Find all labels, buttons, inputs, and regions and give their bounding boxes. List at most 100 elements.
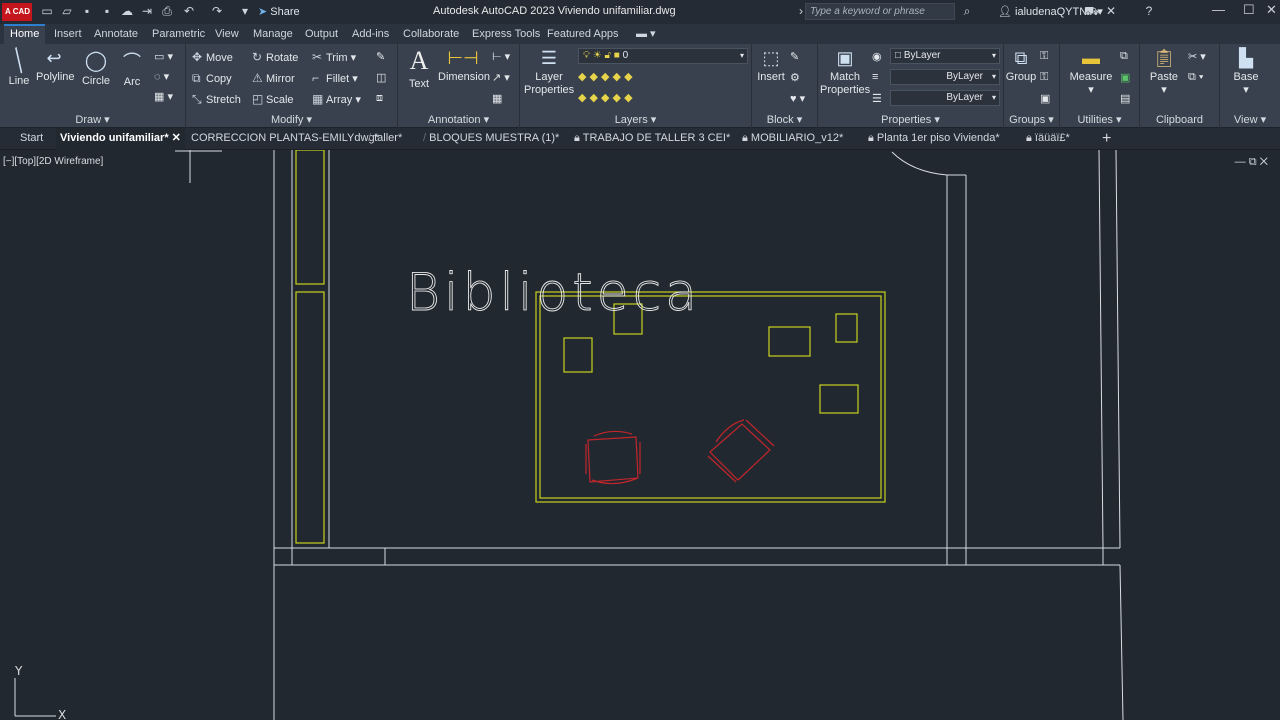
layer-properties-tool[interactable]: ☰ Layer Properties (524, 48, 574, 97)
dimension-tool[interactable]: ⊢⊣ Dimension (438, 48, 490, 83)
group-edit-icon[interactable]: ⚿ (1040, 71, 1048, 84)
file-tab[interactable]: 🔒︎ Planta 1er piso Vivienda* (868, 128, 1000, 150)
group-tool[interactable]: ⧉ Group (1004, 48, 1038, 83)
new-tab-plus-icon[interactable]: + (1102, 128, 1111, 150)
block-attributes-icon[interactable]: ♥ ▾ (790, 92, 805, 105)
save-as-icon[interactable]: ▪ (100, 4, 114, 18)
rectangle-icon[interactable]: ▭ ▾ (154, 50, 173, 63)
layer-dropdown[interactable]: 💡︎ ☀ 🔓︎ ■ 0 ▾ (578, 48, 748, 64)
view-panel-label[interactable]: View ▾ (1220, 113, 1280, 126)
file-tab-active[interactable]: Viviendo unifamiliar* ✕ (56, 128, 185, 150)
tab-insert[interactable]: Insert (48, 24, 88, 44)
ellipse-icon[interactable]: ◌ ▾ (154, 70, 169, 83)
table-icon[interactable]: ▦ (492, 92, 502, 105)
cart-icon[interactable]: ⛟ (1084, 4, 1099, 18)
lineweight-dropdown[interactable]: ByLayer ▾ (890, 69, 1000, 85)
file-tab[interactable]: 🔒︎ TRABAJO DE TALLER 3 CEI* (574, 128, 730, 150)
line-tool[interactable]: ╱ Line (5, 48, 33, 87)
tab-annotate[interactable]: Annotate (88, 24, 144, 44)
linear-dim-icon[interactable]: ⊢ ▾ (492, 50, 510, 63)
open-folder-icon[interactable]: ▱ (60, 4, 74, 18)
paste-tool[interactable]: 📋︎ Paste ▾ (1146, 48, 1182, 96)
file-tab[interactable]: 🔒︎ ïäüäï£* (1026, 128, 1070, 150)
polyline-tool[interactable]: ↩ Polyline (36, 48, 75, 83)
ungroup-icon[interactable]: ⚿ (1040, 50, 1048, 63)
clipboard-panel-label[interactable]: Clipboard (1140, 114, 1219, 126)
viewport-controls-label[interactable]: [−][Top][2D Wireframe] (3, 156, 103, 167)
edit-block-icon[interactable]: ⚙ (790, 71, 800, 84)
array-tool[interactable]: ▦ Array ▾ (312, 92, 361, 106)
layers-panel-label[interactable]: Layers ▾ (520, 113, 751, 126)
rotate-tool[interactable]: ↻ Rotate (252, 50, 298, 64)
viewport-restore-icon[interactable]: ⧉ (1249, 156, 1257, 168)
minimize-icon[interactable]: — (1212, 2, 1225, 17)
quick-select-icon[interactable]: ▣ (1120, 71, 1130, 84)
autodesk-app-icon[interactable]: ✕ (1104, 4, 1118, 18)
file-tab[interactable]: 🔒︎ MOBILIARIO_v12* (742, 128, 843, 150)
calculator-icon[interactable]: ▤ (1120, 92, 1130, 105)
text-tool[interactable]: A Text (402, 46, 436, 90)
layer-tools-row2-icon[interactable]: ◆ ◆ ◆ ◆ ◆ (578, 91, 633, 104)
properties-panel-label[interactable]: Properties ▾ (818, 113, 1003, 126)
tab-addins[interactable]: Add-ins (346, 24, 395, 44)
annotation-panel-label[interactable]: Annotation ▾ (398, 113, 519, 126)
group-select-icon[interactable]: ▣ (1040, 92, 1050, 105)
tab-featured-apps[interactable]: Featured Apps (541, 24, 625, 44)
redo-icon[interactable]: ↷ (210, 4, 224, 18)
create-block-icon[interactable]: ✎ (790, 50, 799, 63)
tab-parametric[interactable]: Parametric (146, 24, 211, 44)
viewport-minimize-icon[interactable]: — (1235, 156, 1246, 168)
share-button[interactable]: ➤ Share (258, 5, 300, 18)
erase-icon[interactable]: ✎ (376, 50, 385, 63)
tab-output[interactable]: Output (299, 24, 344, 44)
search-icon[interactable]: ⌕ (960, 4, 974, 18)
modify-panel-label[interactable]: Modify ▾ (186, 113, 397, 126)
utilities-panel-label[interactable]: Utilities ▾ (1060, 113, 1139, 126)
linetype-dropdown[interactable]: ByLayer ▾ (890, 90, 1000, 106)
cut-icon[interactable]: ✂ ▾ (1188, 50, 1206, 63)
tab-manage[interactable]: Manage (247, 24, 299, 44)
block-panel-label[interactable]: Block ▾ (752, 113, 817, 126)
help-icon[interactable]: ? (1142, 4, 1156, 18)
draw-panel-label[interactable]: Draw ▾ (0, 113, 185, 126)
match-properties-tool[interactable]: ▣ Match Properties (820, 48, 870, 97)
customize-dropdown-icon[interactable]: ▾ (238, 4, 252, 18)
base-tool[interactable]: ▙ Base ▾ (1228, 48, 1264, 96)
tab-home[interactable]: Home (4, 24, 46, 44)
ribbon-options-icon[interactable]: ▬ ▾ (630, 24, 662, 44)
undo-icon[interactable]: ↶ (182, 4, 196, 18)
layer-tools-row1-icon[interactable]: ◆ ◆ ◆ ◆ ◆ (578, 70, 633, 83)
drawing-canvas[interactable]: Biblioteca Y X (0, 150, 1280, 720)
close-tab-icon[interactable]: ✕ (172, 132, 181, 144)
save-icon[interactable]: ▪ (80, 4, 94, 18)
file-tab[interactable]: CORRECCION PLANTAS-EMILYdwg* (191, 128, 379, 150)
groups-panel-label[interactable]: Groups ▾ (1004, 113, 1059, 126)
tab-collaborate[interactable]: Collaborate (397, 24, 465, 44)
arc-tool[interactable]: ⌒ Arc (118, 48, 146, 88)
color-dropdown[interactable]: □ ByLayer ▾ (890, 48, 1000, 64)
cloud-icon[interactable]: ☁ (120, 4, 134, 18)
close-icon[interactable]: ✕ (1266, 2, 1277, 18)
tab-view[interactable]: View (209, 24, 245, 44)
offset-icon[interactable]: ⧈ (376, 92, 383, 105)
autocad-logo[interactable]: A CAD (2, 3, 32, 21)
leader-icon[interactable]: ↗ ▾ (492, 71, 510, 84)
hatch-icon[interactable]: ▦ ▾ (154, 90, 173, 103)
stretch-tool[interactable]: ⤡ Stretch (192, 92, 241, 107)
insert-block-tool[interactable]: ⬚ Insert (754, 48, 788, 83)
print-icon[interactable]: ⎙ (160, 4, 174, 18)
mirror-tool[interactable]: ⚠ Mirror (252, 71, 295, 85)
move-tool[interactable]: ✥ Move (192, 50, 233, 64)
file-tab[interactable]: / BLOQUES MUESTRA (1)* (423, 128, 559, 150)
file-tab-start[interactable]: Start (20, 128, 43, 150)
circle-tool[interactable]: ◯ Circle (80, 48, 112, 87)
drawing-viewport[interactable]: Biblioteca Y X [−][Top][2D Wireframe] — … (0, 150, 1280, 720)
measure-tool[interactable]: ▬ Measure ▾ (1066, 48, 1116, 96)
file-tab[interactable]: / taller* (368, 128, 402, 150)
fillet-tool[interactable]: ⌐ Fillet ▾ (312, 71, 358, 85)
new-file-icon[interactable]: ▭ (40, 4, 54, 18)
copy-clip-icon[interactable]: ⧉ ▾ (1188, 71, 1204, 84)
tab-express-tools[interactable]: Express Tools (466, 24, 546, 44)
trim-tool[interactable]: ✂ Trim ▾ (312, 50, 356, 64)
copy-tool[interactable]: ⧉ Copy (192, 71, 232, 86)
